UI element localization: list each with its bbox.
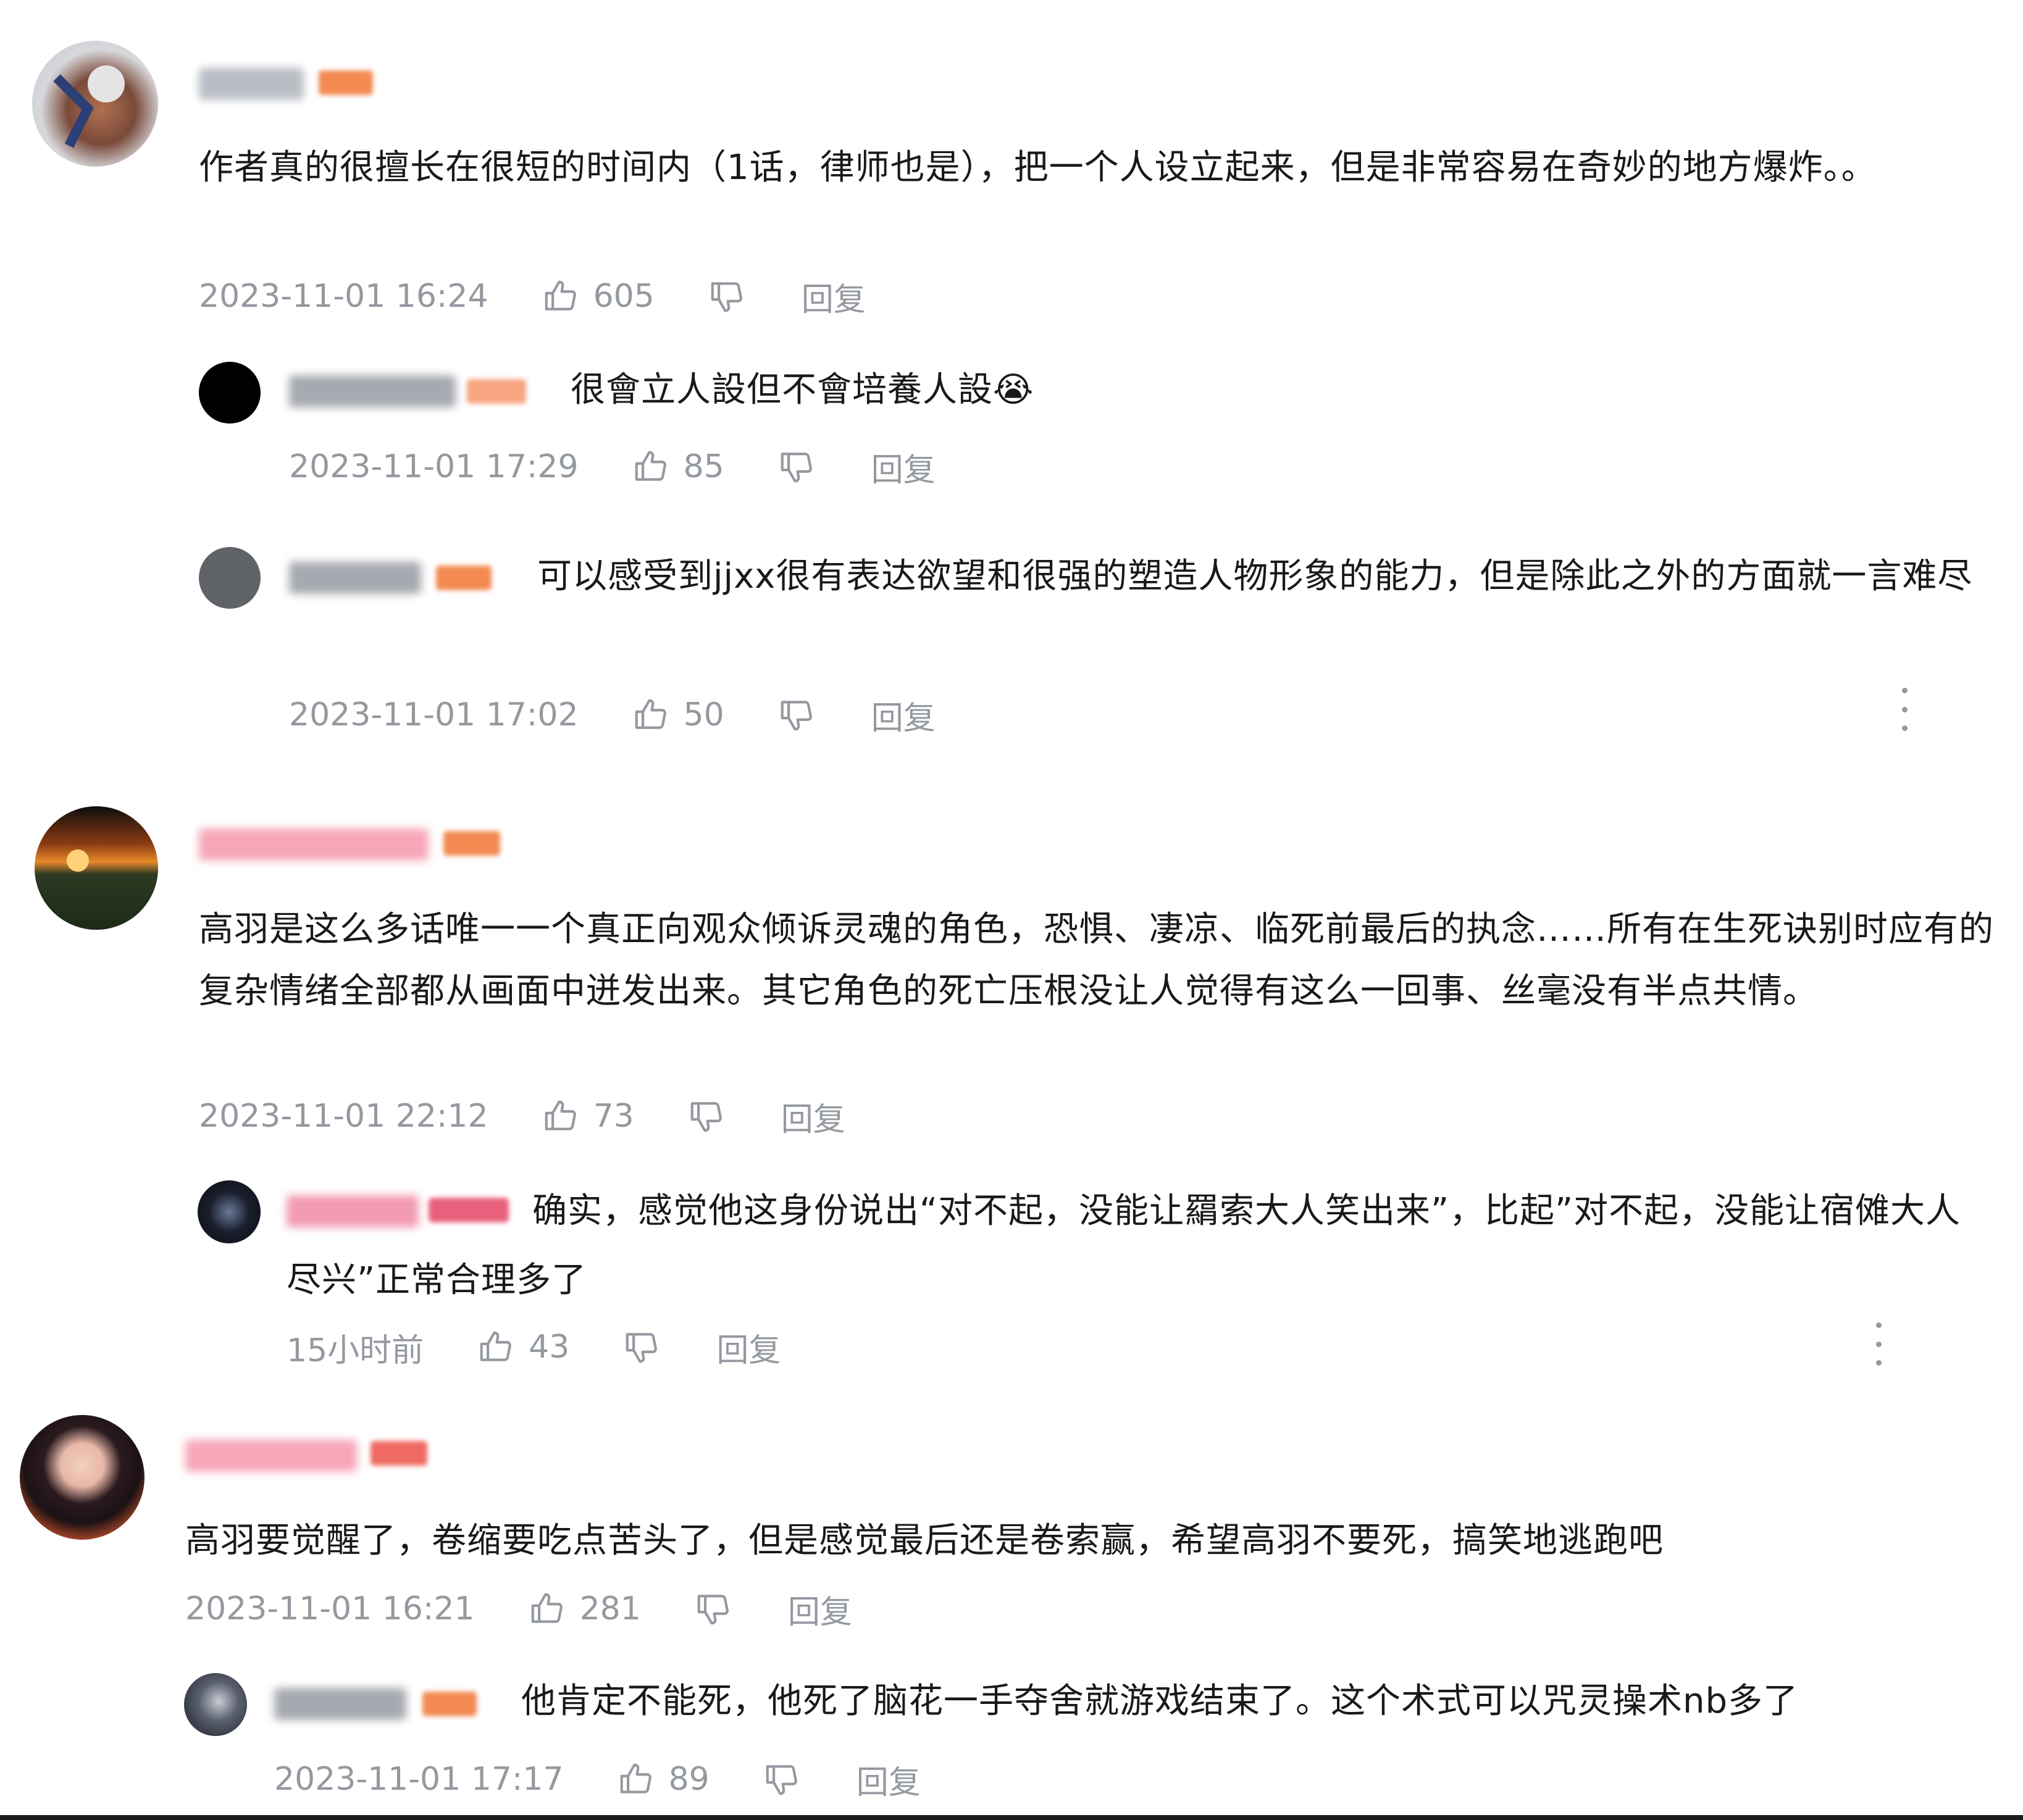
user-avatar[interactable] [20,1415,144,1540]
reply-time: 15小时前 [287,1332,424,1369]
thumbs-down-icon [781,701,812,731]
like-count: 43 [529,1329,570,1366]
reply-time: 2023-11-01 17:02 [289,696,579,733]
thumbs-down-icon [626,1333,658,1363]
reply-button[interactable]: 回复 [802,273,866,320]
dislike-button[interactable] [777,448,816,486]
reply-meta: 2023-11-01 17:02 50 回复 [289,690,936,740]
like-button[interactable]: 43 [477,1328,569,1366]
reply-avatar[interactable] [198,1180,261,1243]
like-button[interactable]: 605 [542,277,655,315]
thumbs-up-icon [620,1763,651,1793]
comment-time: 2023-11-01 22:12 [199,1098,488,1135]
comment-meta: 2023-11-01 16:24 605 回复 [199,272,866,321]
reply-button[interactable]: 回复 [857,1756,921,1803]
user-avatar[interactable] [32,41,158,167]
reply-text: 可以感受到jjxx很有表达欲望和很强的塑造人物形象的能力，但是除此之外的方面就一… [537,556,1973,596]
thumbs-down-icon [781,453,812,483]
thumbs-up-icon [531,1593,563,1623]
user-level-badge [467,379,526,404]
dislike-button[interactable] [687,1097,726,1135]
comment-meta: 2023-11-01 22:12 73 回复 [199,1092,845,1141]
reply-meta: 2023-11-01 17:29 85 回复 [289,442,936,491]
reply-button[interactable]: 回复 [871,444,936,490]
reply-time: 2023-11-01 17:17 [274,1761,564,1798]
user-level-badge [422,1692,477,1716]
user-avatar[interactable] [35,806,158,930]
comment-text: 高羽要觉醒了，卷缩要吃点苦头了，但是感觉最后还是卷索赢，希望高羽不要死，搞笑地逃… [185,1521,1664,1561]
like-count: 605 [593,278,655,315]
dislike-button[interactable] [777,696,816,734]
like-button[interactable]: 281 [528,1590,641,1628]
comment-meta: 2023-11-01 16:21 281 回复 [185,1584,852,1634]
reply-avatar[interactable] [184,1673,247,1736]
reply-button[interactable]: 回复 [781,1093,845,1140]
reply-text: 他肯定不能死，他死了脑花一手夺舍就游戏结束了。这个术式可以咒灵操术nb多了 [521,1681,1799,1721]
reply-text: 确实，感觉他这身份说出“对不起，没能让羂索大人笑出来”，比起”对不起，没能让宿傩… [287,1191,1961,1300]
reply-meta: 2023-11-01 17:17 89 回复 [274,1755,921,1804]
reply-meta: 15小时前 43 回复 [287,1322,781,1372]
reply-text: 很會立人設但不會培養人設😭 [571,370,1034,410]
like-button[interactable]: 50 [632,696,724,734]
username[interactable] [185,1440,357,1472]
reply-username[interactable] [274,1688,406,1720]
like-button[interactable]: 73 [542,1097,634,1135]
dislike-button[interactable] [622,1328,661,1366]
thumbs-up-icon [635,451,666,481]
comment-text: 作者真的很擅长在很短的时间内（1话，律师也是），把一个人设立起来，但是非常容易在… [199,148,1877,188]
like-count: 73 [593,1098,634,1135]
thumbs-down-icon [711,282,742,312]
comment-text: 高羽是这么多话唯一一个真正向观众倾诉灵魂的角色，恐惧、凄凉、临死前最后的执念……… [199,909,1994,1011]
like-count: 281 [579,1590,641,1627]
thumbs-up-icon [635,699,666,729]
dislike-button[interactable] [694,1590,732,1628]
comment-time: 2023-11-01 16:24 [199,278,488,315]
username[interactable] [199,829,429,861]
more-vertical-icon[interactable] [1871,1322,1886,1366]
username[interactable] [199,68,304,100]
comment-time: 2023-11-01 16:21 [185,1590,475,1627]
thumbs-down-icon [690,1102,722,1132]
thumbs-up-icon [480,1331,512,1361]
bottom-border [0,1815,2023,1820]
thumbs-down-icon [766,1765,797,1795]
like-button[interactable]: 85 [632,448,724,486]
user-level-badge [443,831,500,856]
like-button[interactable]: 89 [617,1760,710,1798]
like-count: 85 [683,448,724,485]
dislike-button[interactable] [708,277,746,315]
reply-button[interactable]: 回复 [871,692,936,738]
reply-username[interactable] [289,375,456,407]
user-level-badge [371,1441,427,1466]
like-count: 89 [668,1761,710,1798]
thumbs-up-icon [545,1100,576,1130]
reply-time: 2023-11-01 17:29 [289,448,579,485]
dislike-button[interactable] [763,1760,801,1798]
thumbs-up-icon [545,280,576,311]
reply-button[interactable]: 回复 [716,1324,781,1371]
reply-avatar[interactable] [199,547,261,609]
like-count: 50 [683,696,724,733]
reply-avatar[interactable] [199,362,261,424]
more-vertical-icon[interactable] [1897,688,1912,731]
user-level-badge [319,70,373,95]
thumbs-down-icon [697,1595,729,1625]
reply-button[interactable]: 回复 [788,1586,852,1632]
